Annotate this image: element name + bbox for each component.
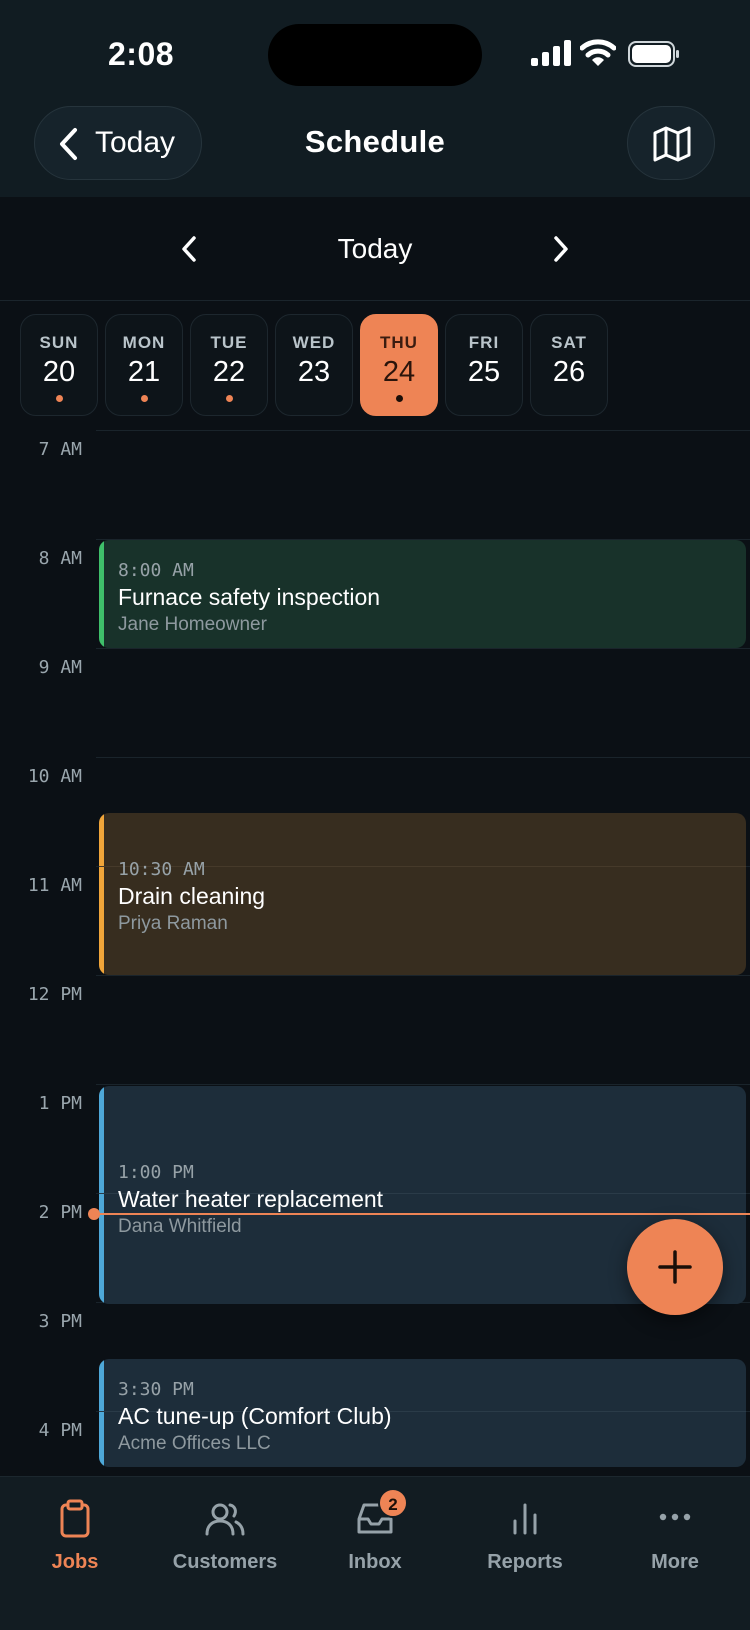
day-number: 23 [297, 356, 331, 388]
hour-label: 9 AM [38, 657, 82, 678]
job-title: Furnace safety inspection [118, 584, 381, 610]
bottom-tab-bar: Jobs Customers Inbox 2 Reports More [0, 1476, 750, 1630]
day-number: 24 [382, 356, 416, 388]
job-time: 8:00 AM [118, 560, 194, 581]
hour-label: 2 PM [38, 1202, 82, 1223]
job-title: Drain cleaning [118, 883, 266, 909]
job-card-drain-cleaning[interactable]: 10:30 AM Drain cleaning Priya Raman [99, 813, 746, 975]
current-time-dot [88, 1208, 100, 1220]
day-of-week: THU [380, 333, 418, 352]
users-icon [205, 1503, 245, 1536]
map-view-button[interactable] [627, 106, 715, 180]
job-time: 10:30 AM [118, 859, 205, 880]
tab-label: Inbox [348, 1551, 402, 1573]
day-chip-sat[interactable]: SAT 26 [530, 314, 608, 416]
event-accent-bar [99, 540, 104, 648]
cellular-signal-icon [531, 40, 571, 66]
bar-chart-icon [513, 1503, 537, 1535]
job-customer: Acme Offices LLC [118, 1433, 271, 1454]
more-icon [659, 1513, 691, 1521]
has-jobs-dot [396, 395, 403, 402]
dynamic-island [268, 24, 482, 86]
has-jobs-dot [226, 395, 233, 402]
tab-reports[interactable]: Reports [450, 1477, 600, 1587]
tab-label: Reports [487, 1551, 563, 1573]
tab-jobs[interactable]: Jobs [0, 1477, 150, 1587]
day-of-week: WED [292, 333, 336, 352]
event-accent-bar [99, 813, 104, 975]
day-number: 20 [42, 356, 76, 388]
hour-label: 3 PM [38, 1311, 82, 1332]
plus-icon [658, 1250, 692, 1284]
day-of-week: TUE [210, 333, 248, 352]
map-icon [653, 126, 691, 162]
day-of-week: FRI [468, 333, 500, 352]
tab-label: Jobs [51, 1551, 99, 1573]
hour-gridline [96, 1084, 750, 1085]
has-jobs-dot [56, 395, 63, 402]
day-number: 21 [127, 356, 161, 388]
wifi-icon [580, 39, 616, 66]
inbox-unread-badge: 2 [378, 1488, 408, 1518]
current-date-label: Today [337, 233, 413, 264]
day-timeline[interactable]: 7 AM 8 AM 9 AM 10 AM 11 AM 12 PM 1 PM 2 … [0, 416, 750, 1476]
job-customer: Dana Whitfield [118, 1216, 242, 1237]
day-of-week: SAT [551, 333, 587, 352]
job-customer: Priya Raman [118, 913, 228, 934]
has-jobs-dot [141, 395, 148, 402]
event-accent-bar [99, 1086, 104, 1304]
hour-label: 1 PM [38, 1093, 82, 1114]
job-card-furnace-inspection[interactable]: 8:00 AM Furnace safety inspection Jane H… [99, 540, 746, 648]
next-day-button[interactable] [550, 235, 572, 263]
event-accent-bar [99, 1359, 104, 1467]
day-number: 25 [467, 356, 501, 388]
hour-gridline [96, 648, 750, 649]
hour-label: 8 AM [38, 548, 82, 569]
current-time-line [96, 1213, 750, 1215]
app-header: 2:08 Today Schedule [0, 0, 750, 197]
status-time: 2:08 [108, 36, 175, 72]
job-customer: Jane Homeowner [118, 614, 267, 635]
hour-label: 10 AM [27, 766, 82, 787]
day-chip-mon[interactable]: MON 21 [105, 314, 183, 416]
hour-gridline [96, 975, 750, 976]
tab-label: Customers [172, 1551, 278, 1573]
hour-label: 7 AM [38, 439, 82, 460]
day-number: 22 [212, 356, 246, 388]
job-time: 3:30 PM [118, 1379, 194, 1400]
job-title: Water heater replacement [118, 1186, 384, 1212]
clipboard-icon [60, 1499, 90, 1538]
job-card-ac-tune-up[interactable]: 3:30 PM AC tune-up (Comfort Club) Acme O… [99, 1359, 746, 1467]
day-of-week: SUN [39, 333, 79, 352]
day-of-week: MON [122, 333, 166, 352]
tab-inbox[interactable]: Inbox [300, 1477, 450, 1587]
hour-gridline [96, 430, 750, 431]
day-chip-sun[interactable]: SUN 20 [20, 314, 98, 416]
tab-more[interactable]: More [600, 1477, 750, 1587]
add-job-button[interactable] [627, 1219, 723, 1315]
day-number: 26 [552, 356, 586, 388]
day-chip-fri[interactable]: FRI 25 [445, 314, 523, 416]
hour-label: 11 AM [27, 875, 82, 896]
job-title: AC tune-up (Comfort Club) [118, 1403, 392, 1429]
tab-label: More [651, 1551, 699, 1573]
date-navigator: Today [0, 197, 750, 301]
battery-icon [628, 41, 679, 67]
day-chip-tue[interactable]: TUE 22 [190, 314, 268, 416]
day-chip-thu-selected[interactable]: THU 24 [360, 314, 438, 416]
tab-customers[interactable]: Customers [150, 1477, 300, 1587]
hour-label: 4 PM [38, 1420, 82, 1441]
day-chip-wed[interactable]: WED 23 [275, 314, 353, 416]
job-time: 1:00 PM [118, 1162, 194, 1183]
hour-gridline [96, 757, 750, 758]
hour-label: 12 PM [27, 984, 82, 1005]
